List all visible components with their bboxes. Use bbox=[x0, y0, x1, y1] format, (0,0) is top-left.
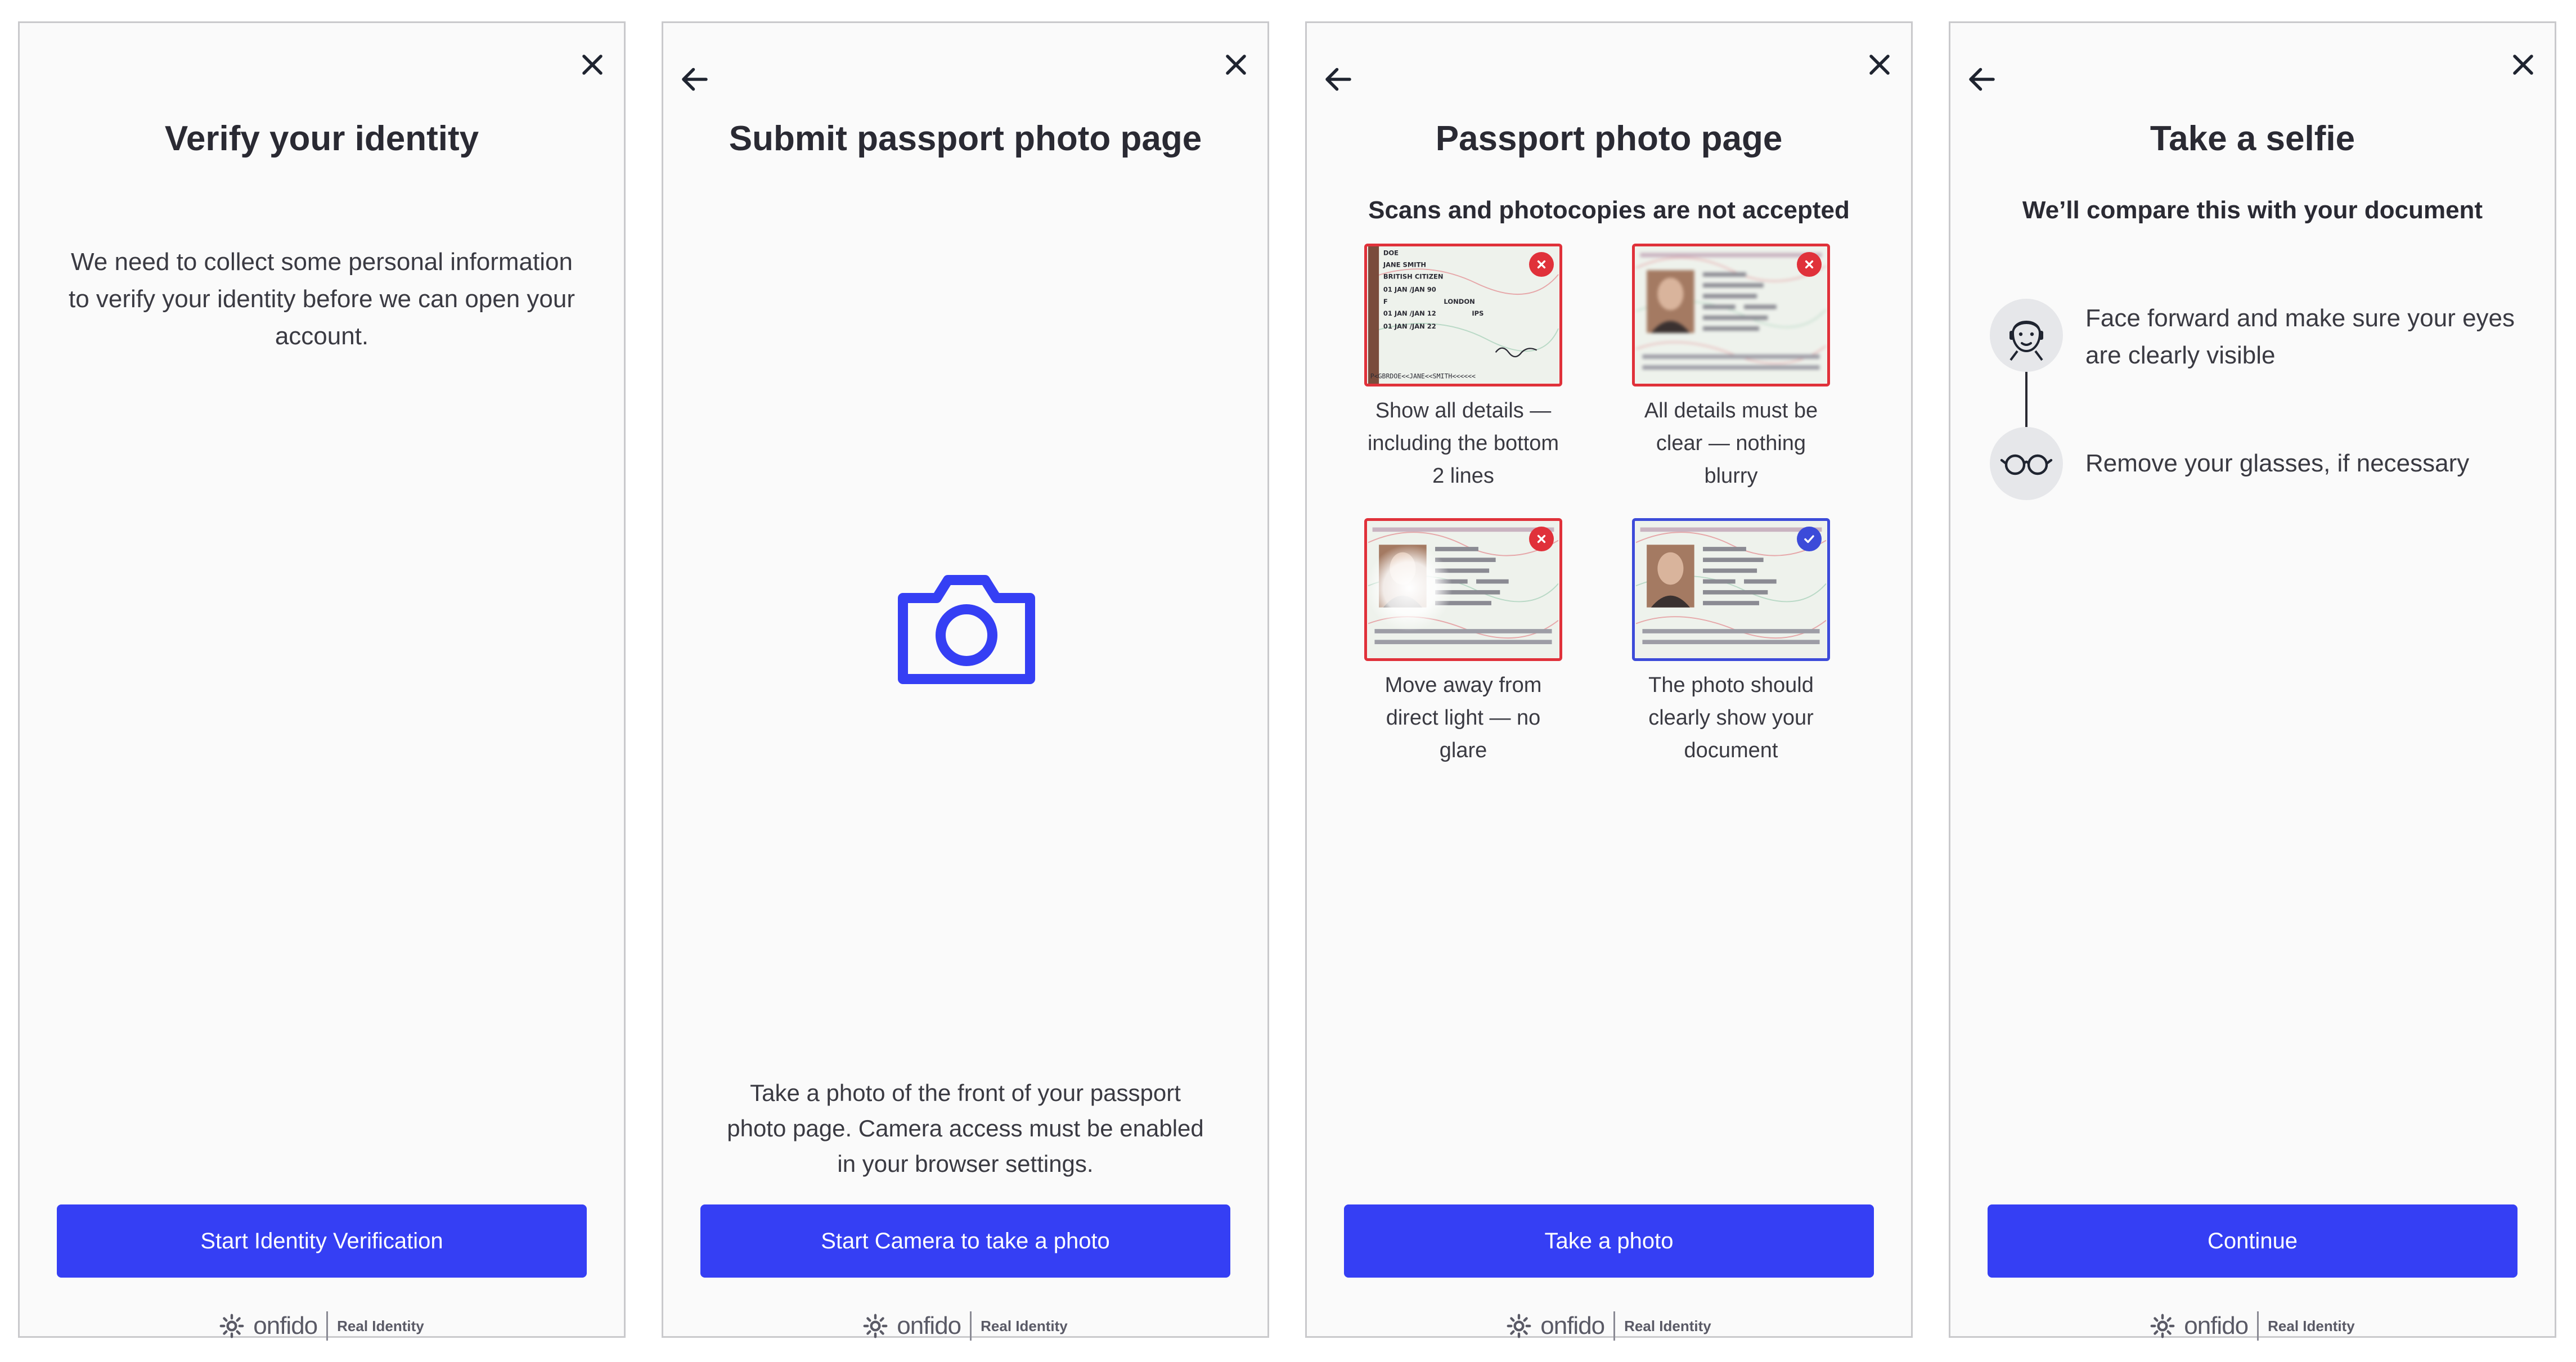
doc-expiry: 01 JAN /JAN 22 bbox=[1383, 322, 1436, 330]
face-icon bbox=[1990, 299, 2063, 372]
example-tile: Move away from direct light — no glare bbox=[1362, 518, 1565, 767]
screen-take-selfie: Take a selfie We’ll compare this with yo… bbox=[1949, 21, 2556, 1341]
brand-name: onfido bbox=[253, 1312, 318, 1339]
brand-tagline: Real Identity bbox=[981, 1317, 1068, 1334]
passport-example-image bbox=[1364, 518, 1562, 661]
tile-caption: The photo should clearly show your docum… bbox=[1648, 673, 1814, 762]
footer-divider bbox=[1613, 1311, 1616, 1341]
doc-mrz: P<GBRDOE<<JANE<<SMITH<<<<<< bbox=[1370, 372, 1476, 380]
success-check-icon bbox=[1797, 527, 1822, 551]
steps-connector bbox=[2025, 372, 2027, 427]
close-icon[interactable] bbox=[1863, 48, 1896, 82]
doc-dob: 01 JAN /JAN 90 bbox=[1383, 286, 1436, 294]
take-photo-button[interactable]: Take a photo bbox=[1344, 1204, 1874, 1278]
page-title: Submit passport photo page bbox=[729, 119, 1202, 158]
onfido-logo-icon bbox=[1507, 1314, 1531, 1338]
footer-branding: onfido Real Identity bbox=[1950, 1309, 2555, 1343]
error-badge-icon bbox=[1529, 252, 1554, 277]
error-badge-icon bbox=[1797, 252, 1822, 277]
footer-branding: onfido Real Identity bbox=[1307, 1309, 1911, 1343]
onfido-logo-icon bbox=[863, 1314, 888, 1338]
screen-submit-passport: Submit passport photo page Take a photo … bbox=[662, 21, 1269, 1341]
brand-tagline: Real Identity bbox=[1624, 1317, 1711, 1334]
passport-example-image: DOE JANE SMITH BRITISH CITIZEN 01 JAN /J… bbox=[1364, 244, 1562, 386]
screen-verify-identity: Verify your identity We need to collect … bbox=[18, 21, 626, 1341]
brand-tagline: Real Identity bbox=[337, 1317, 424, 1334]
doc-name: JANE SMITH bbox=[1383, 261, 1426, 269]
error-badge-icon bbox=[1529, 527, 1554, 551]
footer-divider bbox=[326, 1311, 329, 1341]
doc-sex: F bbox=[1383, 298, 1388, 305]
close-icon[interactable] bbox=[576, 48, 609, 82]
continue-button[interactable]: Continue bbox=[1988, 1204, 2517, 1278]
example-tile: DOE JANE SMITH BRITISH CITIZEN 01 JAN /J… bbox=[1362, 244, 1565, 492]
page-title: Take a selfie bbox=[2150, 119, 2355, 158]
screen-passport-photo-page: Passport photo page Scans and photocopie… bbox=[1305, 21, 1913, 1341]
page-title: Passport photo page bbox=[1435, 119, 1783, 158]
doc-authority: IPS bbox=[1472, 309, 1483, 317]
passport-example-image bbox=[1632, 518, 1830, 661]
onfido-logo-icon bbox=[2150, 1314, 2175, 1338]
back-arrow-icon[interactable] bbox=[678, 62, 712, 96]
example-tile: All details must be clear — nothing blur… bbox=[1630, 244, 1832, 492]
tile-caption: Show all details — including the bottom … bbox=[1367, 399, 1559, 488]
brand-name: onfido bbox=[897, 1312, 961, 1339]
brand-name: onfido bbox=[1540, 1312, 1605, 1339]
camera-icon bbox=[898, 575, 1035, 684]
close-icon[interactable] bbox=[1219, 48, 1253, 82]
camera-instructions: Take a photo of the front of your passpo… bbox=[727, 1080, 1204, 1177]
brand-name: onfido bbox=[2184, 1312, 2249, 1339]
onfido-logo-icon bbox=[219, 1314, 244, 1338]
back-arrow-icon[interactable] bbox=[1321, 62, 1355, 96]
start-camera-button[interactable]: Start Camera to take a photo bbox=[700, 1204, 1230, 1278]
footer-divider bbox=[970, 1311, 972, 1341]
footer-divider bbox=[2257, 1311, 2259, 1341]
doc-place: LONDON bbox=[1444, 298, 1474, 305]
close-icon[interactable] bbox=[2506, 48, 2540, 82]
footer-branding: onfido Real Identity bbox=[663, 1309, 1267, 1343]
step-face-forward: Face forward and make sure your eyes are… bbox=[2085, 304, 2515, 369]
doc-issued: 01 JAN /JAN 12 bbox=[1383, 309, 1436, 317]
intro-text: We need to collect some personal informa… bbox=[68, 248, 576, 350]
page-subtitle: We’ll compare this with your document bbox=[2022, 196, 2483, 224]
tile-caption: All details must be clear — nothing blur… bbox=[1644, 399, 1818, 488]
start-identity-verification-button[interactable]: Start Identity Verification bbox=[57, 1204, 587, 1278]
glasses-icon bbox=[1990, 427, 2063, 500]
page-subtitle: Scans and photocopies are not accepted bbox=[1368, 196, 1850, 224]
tile-caption: Move away from direct light — no glare bbox=[1384, 673, 1542, 762]
doc-surname: DOE bbox=[1383, 249, 1399, 257]
brand-tagline: Real Identity bbox=[2268, 1317, 2355, 1334]
footer-branding: onfido Real Identity bbox=[20, 1309, 624, 1343]
doc-nationality: BRITISH CITIZEN bbox=[1383, 273, 1444, 281]
back-arrow-icon[interactable] bbox=[1965, 62, 1999, 96]
example-tile: The photo should clearly show your docum… bbox=[1630, 518, 1832, 767]
step-remove-glasses: Remove your glasses, if necessary bbox=[2085, 449, 2470, 477]
page-title: Verify your identity bbox=[164, 119, 479, 158]
passport-example-image bbox=[1632, 244, 1830, 386]
